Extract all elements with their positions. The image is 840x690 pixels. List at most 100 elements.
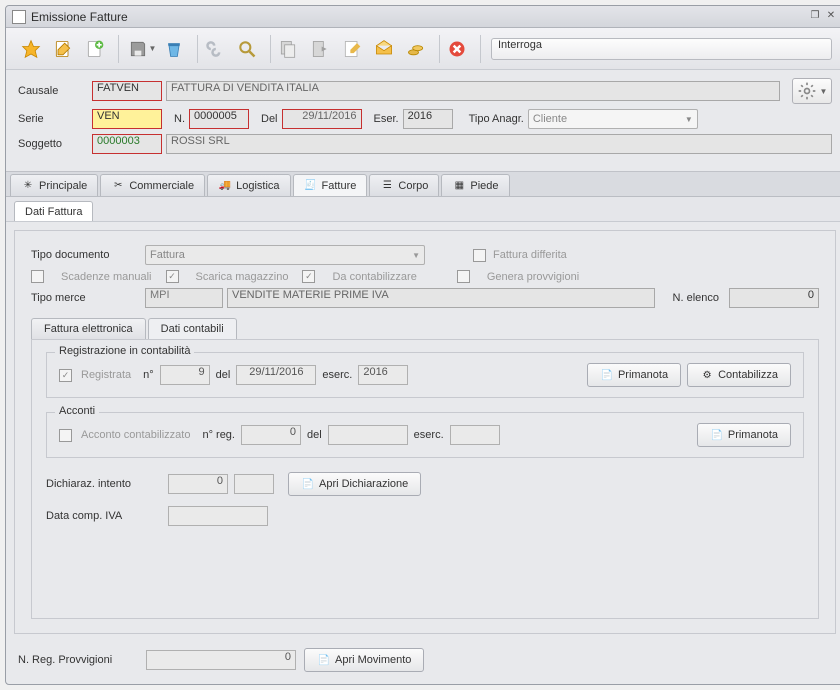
tab-logistica[interactable]: 🚚Logistica: [207, 174, 290, 196]
main-tabs: ✳Principale ✂ Commerciale 🚚Logistica 🧾 Fat…: [6, 171, 840, 197]
mail-button[interactable]: [371, 36, 397, 62]
calendar-icon: 📄: [600, 368, 614, 382]
restore-icon[interactable]: ✕: [824, 10, 838, 24]
app-icon: [12, 10, 26, 24]
reg-eserc-input[interactable]: 2016: [358, 365, 408, 385]
acconti-eserc-input[interactable]: [450, 425, 500, 445]
scadenze-manuali-label: Scadenze manuali: [61, 271, 152, 283]
contabilizza-button[interactable]: ⚙Contabilizza: [687, 363, 791, 387]
scarica-magazzino-label: Scarica magazzino: [196, 271, 289, 283]
acconti-del-input[interactable]: [328, 425, 408, 445]
registrazione-legend: Registrazione in contabilità: [55, 345, 194, 357]
doc-icon: 📄: [301, 477, 315, 491]
copy-button[interactable]: [275, 36, 301, 62]
innertab-fattura-elettronica[interactable]: Fattura elettronica: [31, 318, 146, 339]
doc-icon: 🧾: [304, 179, 318, 193]
innertab-dati-contabili[interactable]: Dati contabili: [148, 318, 237, 339]
cancel-button[interactable]: [444, 36, 470, 62]
acconti-fieldset: Acconti Acconto contabilizzato n° reg. 0…: [46, 412, 804, 458]
tipoanagr-select[interactable]: Cliente: [528, 109, 698, 129]
genera-provvigioni-chk[interactable]: [457, 270, 470, 283]
da-contabilizzare-chk[interactable]: ✓: [302, 270, 315, 283]
eser-label: Eser.: [374, 113, 399, 125]
soggetto-desc: ROSSI SRL: [166, 134, 832, 154]
datacomp-input[interactable]: [168, 506, 268, 526]
coins-button[interactable]: [403, 36, 429, 62]
tab-principale-label: Principale: [39, 180, 87, 192]
doc-icon: 📄: [317, 653, 331, 667]
search-input[interactable]: Interroga: [491, 38, 832, 60]
primanota-button[interactable]: 📄Primanota: [587, 363, 681, 387]
gear-icon: ⚙: [700, 368, 714, 382]
chain-button[interactable]: [202, 36, 228, 62]
apri-dichiarazione-button[interactable]: 📄Apri Dichiarazione: [288, 472, 421, 496]
tab-fatture[interactable]: 🧾 Fatture: [293, 174, 368, 196]
tools-icon: ✂: [111, 179, 125, 193]
main-window: Emissione Fatture ❐ ✕ ▼ Interroga Causal…: [5, 5, 840, 685]
doc-edit-button[interactable]: [339, 36, 365, 62]
reg-n-input[interactable]: 9: [160, 365, 210, 385]
tab-piede[interactable]: ▦Piede: [441, 174, 509, 196]
save-dropdown[interactable]: ▼: [123, 39, 161, 59]
reg-n-label: n°: [143, 369, 154, 381]
nreg-prov-input[interactable]: 0: [146, 650, 296, 670]
datacomp-label: Data comp. IVA: [46, 510, 162, 522]
search-button[interactable]: [234, 36, 260, 62]
list-icon: ☰: [380, 179, 394, 193]
doc-next-button[interactable]: [307, 36, 333, 62]
causale-label: Causale: [18, 85, 88, 97]
settings-button[interactable]: ▼: [792, 78, 832, 104]
tipodoc-select[interactable]: Fattura: [145, 245, 425, 265]
causale-input[interactable]: FATVEN: [92, 81, 162, 101]
header-form: Causale FATVEN FATTURA DI VENDITA ITALIA…: [6, 70, 840, 171]
fattura-differita-label: Fattura differita: [493, 249, 567, 261]
soggetto-input[interactable]: 0000003: [92, 134, 162, 154]
maximize-icon[interactable]: ❐: [808, 10, 822, 24]
acconti-nreg-input[interactable]: 0: [241, 425, 301, 445]
tipoanagr-label: Tipo Anagr.: [469, 113, 524, 125]
acconti-legend: Acconti: [55, 405, 99, 417]
tipo-merce-input[interactable]: MPI: [145, 288, 223, 308]
dichiaraz-value2[interactable]: [234, 474, 274, 494]
scadenze-manuali-chk[interactable]: [31, 270, 44, 283]
acconto-cont-label: Acconto contabilizzato: [81, 429, 190, 441]
reg-eserc-label: eserc.: [322, 369, 352, 381]
delete-button[interactable]: [161, 36, 187, 62]
n-elenco-label: N. elenco: [673, 292, 719, 304]
registrata-chk[interactable]: ✓: [59, 369, 72, 382]
acconto-cont-chk[interactable]: [59, 429, 72, 442]
acconti-primanota-button[interactable]: 📄Primanota: [697, 423, 791, 447]
tab-corpo[interactable]: ☰ Corpo: [369, 174, 439, 196]
n-input[interactable]: 0000005: [189, 109, 249, 129]
acconti-eserc-label: eserc.: [414, 429, 444, 441]
fattura-differita-chk[interactable]: [473, 249, 486, 262]
reg-del-input[interactable]: 29/11/2016: [236, 365, 316, 385]
tab-commerciale-label: Commerciale: [129, 180, 194, 192]
tipodoc-label: Tipo documento: [31, 249, 141, 261]
genera-provvigioni-label: Genera provvigioni: [487, 271, 579, 283]
scarica-magazzino-chk[interactable]: ✓: [166, 270, 179, 283]
tab-fatture-label: Fatture: [322, 180, 357, 192]
eser-input[interactable]: 2016: [403, 109, 453, 129]
n-elenco-input[interactable]: 0: [729, 288, 819, 308]
edit-button[interactable]: [50, 36, 76, 62]
tab-corpo-label: Corpo: [398, 180, 428, 192]
titlebar[interactable]: Emissione Fatture ❐ ✕: [6, 6, 840, 28]
tab-principale[interactable]: ✳Principale: [10, 174, 98, 196]
serie-input[interactable]: VEN: [92, 109, 162, 129]
dichiaraz-value[interactable]: 0: [168, 474, 228, 494]
serie-label: Serie: [18, 113, 88, 125]
dati-contabili-panel: Registrazione in contabilità ✓ Registrat…: [31, 339, 819, 619]
registrata-label: Registrata: [81, 369, 131, 381]
dichiaraz-label: Dichiaraz. intento: [46, 478, 162, 490]
calendar-icon: 📄: [710, 428, 724, 442]
nreg-prov-label: N. Reg. Provvigioni: [18, 654, 138, 666]
toolbar: ▼ Interroga: [6, 28, 840, 70]
subtab-dati-fattura[interactable]: Dati Fattura: [14, 201, 93, 221]
acconti-del-label: del: [307, 429, 322, 441]
del-input[interactable]: 29/11/2016: [282, 109, 362, 129]
tab-commerciale[interactable]: ✂ Commerciale: [100, 174, 205, 196]
apri-movimento-button[interactable]: 📄Apri Movimento: [304, 648, 424, 672]
new-star-button[interactable]: [18, 36, 44, 62]
add-button[interactable]: [82, 36, 108, 62]
